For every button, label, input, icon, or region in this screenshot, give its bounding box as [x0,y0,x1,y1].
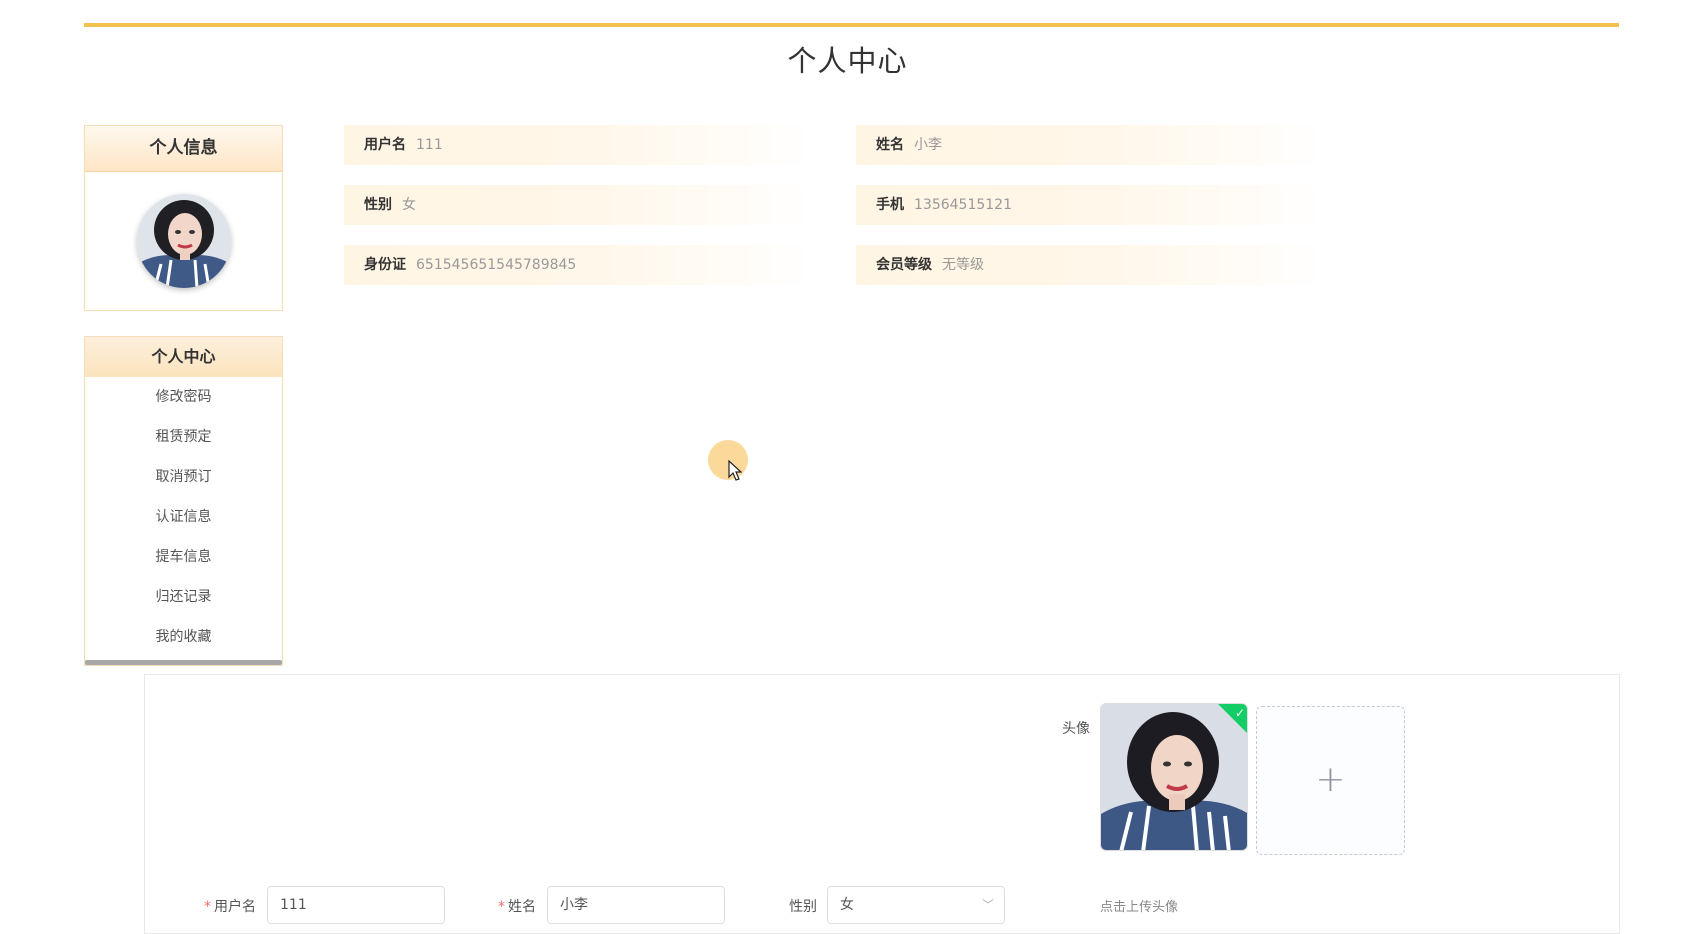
info-phone: 手机 13564515121 [856,185,1326,225]
username-label: 用户名 [364,137,406,153]
phone-label: 手机 [876,197,904,213]
avatar [137,194,231,288]
info-gender: 性别女 [344,185,814,225]
menu-item-rental-booking[interactable]: 租赁预定 [85,417,282,457]
username-input[interactable]: 111 [267,886,445,924]
form-username-label: * 用户名 [204,896,256,916]
gender-label: 性别 [364,197,392,213]
upload-avatar-button[interactable]: + [1256,706,1405,855]
idcard-value: 651545651545789845 [416,257,577,273]
menu-item-change-password[interactable]: 修改密码 [85,377,282,417]
form-name-label-text: 姓名 [508,899,536,915]
username-value: 111 [416,137,443,153]
check-icon: ✓ [1234,706,1245,720]
menu-item-favorites[interactable]: 我的收藏 [85,617,282,657]
menu-scrollbar[interactable] [85,660,282,665]
form-username-label-text: 用户名 [214,899,256,915]
gender-value: 女 [402,197,416,213]
gender-select-value: 女 [840,897,854,913]
name-input[interactable]: 小李 [547,886,725,924]
cursor-arrow-icon [728,460,742,481]
uploaded-avatar-thumbnail[interactable]: ✓ [1100,703,1248,851]
menu-item-return-records[interactable]: 归还记录 [85,577,282,617]
page-title: 个人中心 [787,44,908,78]
info-idcard: 身份证 651545651545789845 [344,245,814,285]
member-level-value: 无等级 [942,257,984,273]
phone-value: 13564515121 [914,197,1012,213]
profile-card-title: 个人信息 [85,126,282,172]
gender-select[interactable]: 女 ﹀ [827,886,1005,924]
avatar-field-label: 头像 [1062,721,1090,737]
menu-item-cancel-booking[interactable]: 取消预订 [85,457,282,497]
top-accent-bar [84,23,1619,27]
form-gender-label: 性别 [789,899,817,915]
name-label: 姓名 [876,137,904,153]
chevron-down-icon: ﹀ [981,898,994,912]
menu-item-personal-center[interactable]: 个人中心 [85,337,282,377]
menu-item-certification[interactable]: 认证信息 [85,497,282,537]
required-mark: * [498,899,505,915]
plus-icon: + [1315,759,1346,800]
profile-card: 个人信息 [84,125,283,311]
upload-tip: 点击上传头像 [1100,900,1179,915]
name-value: 小李 [914,137,942,153]
required-mark: * [204,899,211,915]
info-name: 姓名 小李 [856,125,1326,165]
menu-item-pickup-info[interactable]: 提车信息 [85,537,282,577]
info-member-level: 会员等级 无等级 [856,245,1326,285]
info-username: 用户名 111 [344,125,814,165]
idcard-label: 身份证 [364,257,406,273]
side-menu: 个人中心 修改密码 租赁预定 取消预订 认证信息 提车信息 归还记录 我的收藏 [84,336,283,666]
member-level-label: 会员等级 [876,257,932,273]
form-name-label: * 姓名 [498,896,536,916]
